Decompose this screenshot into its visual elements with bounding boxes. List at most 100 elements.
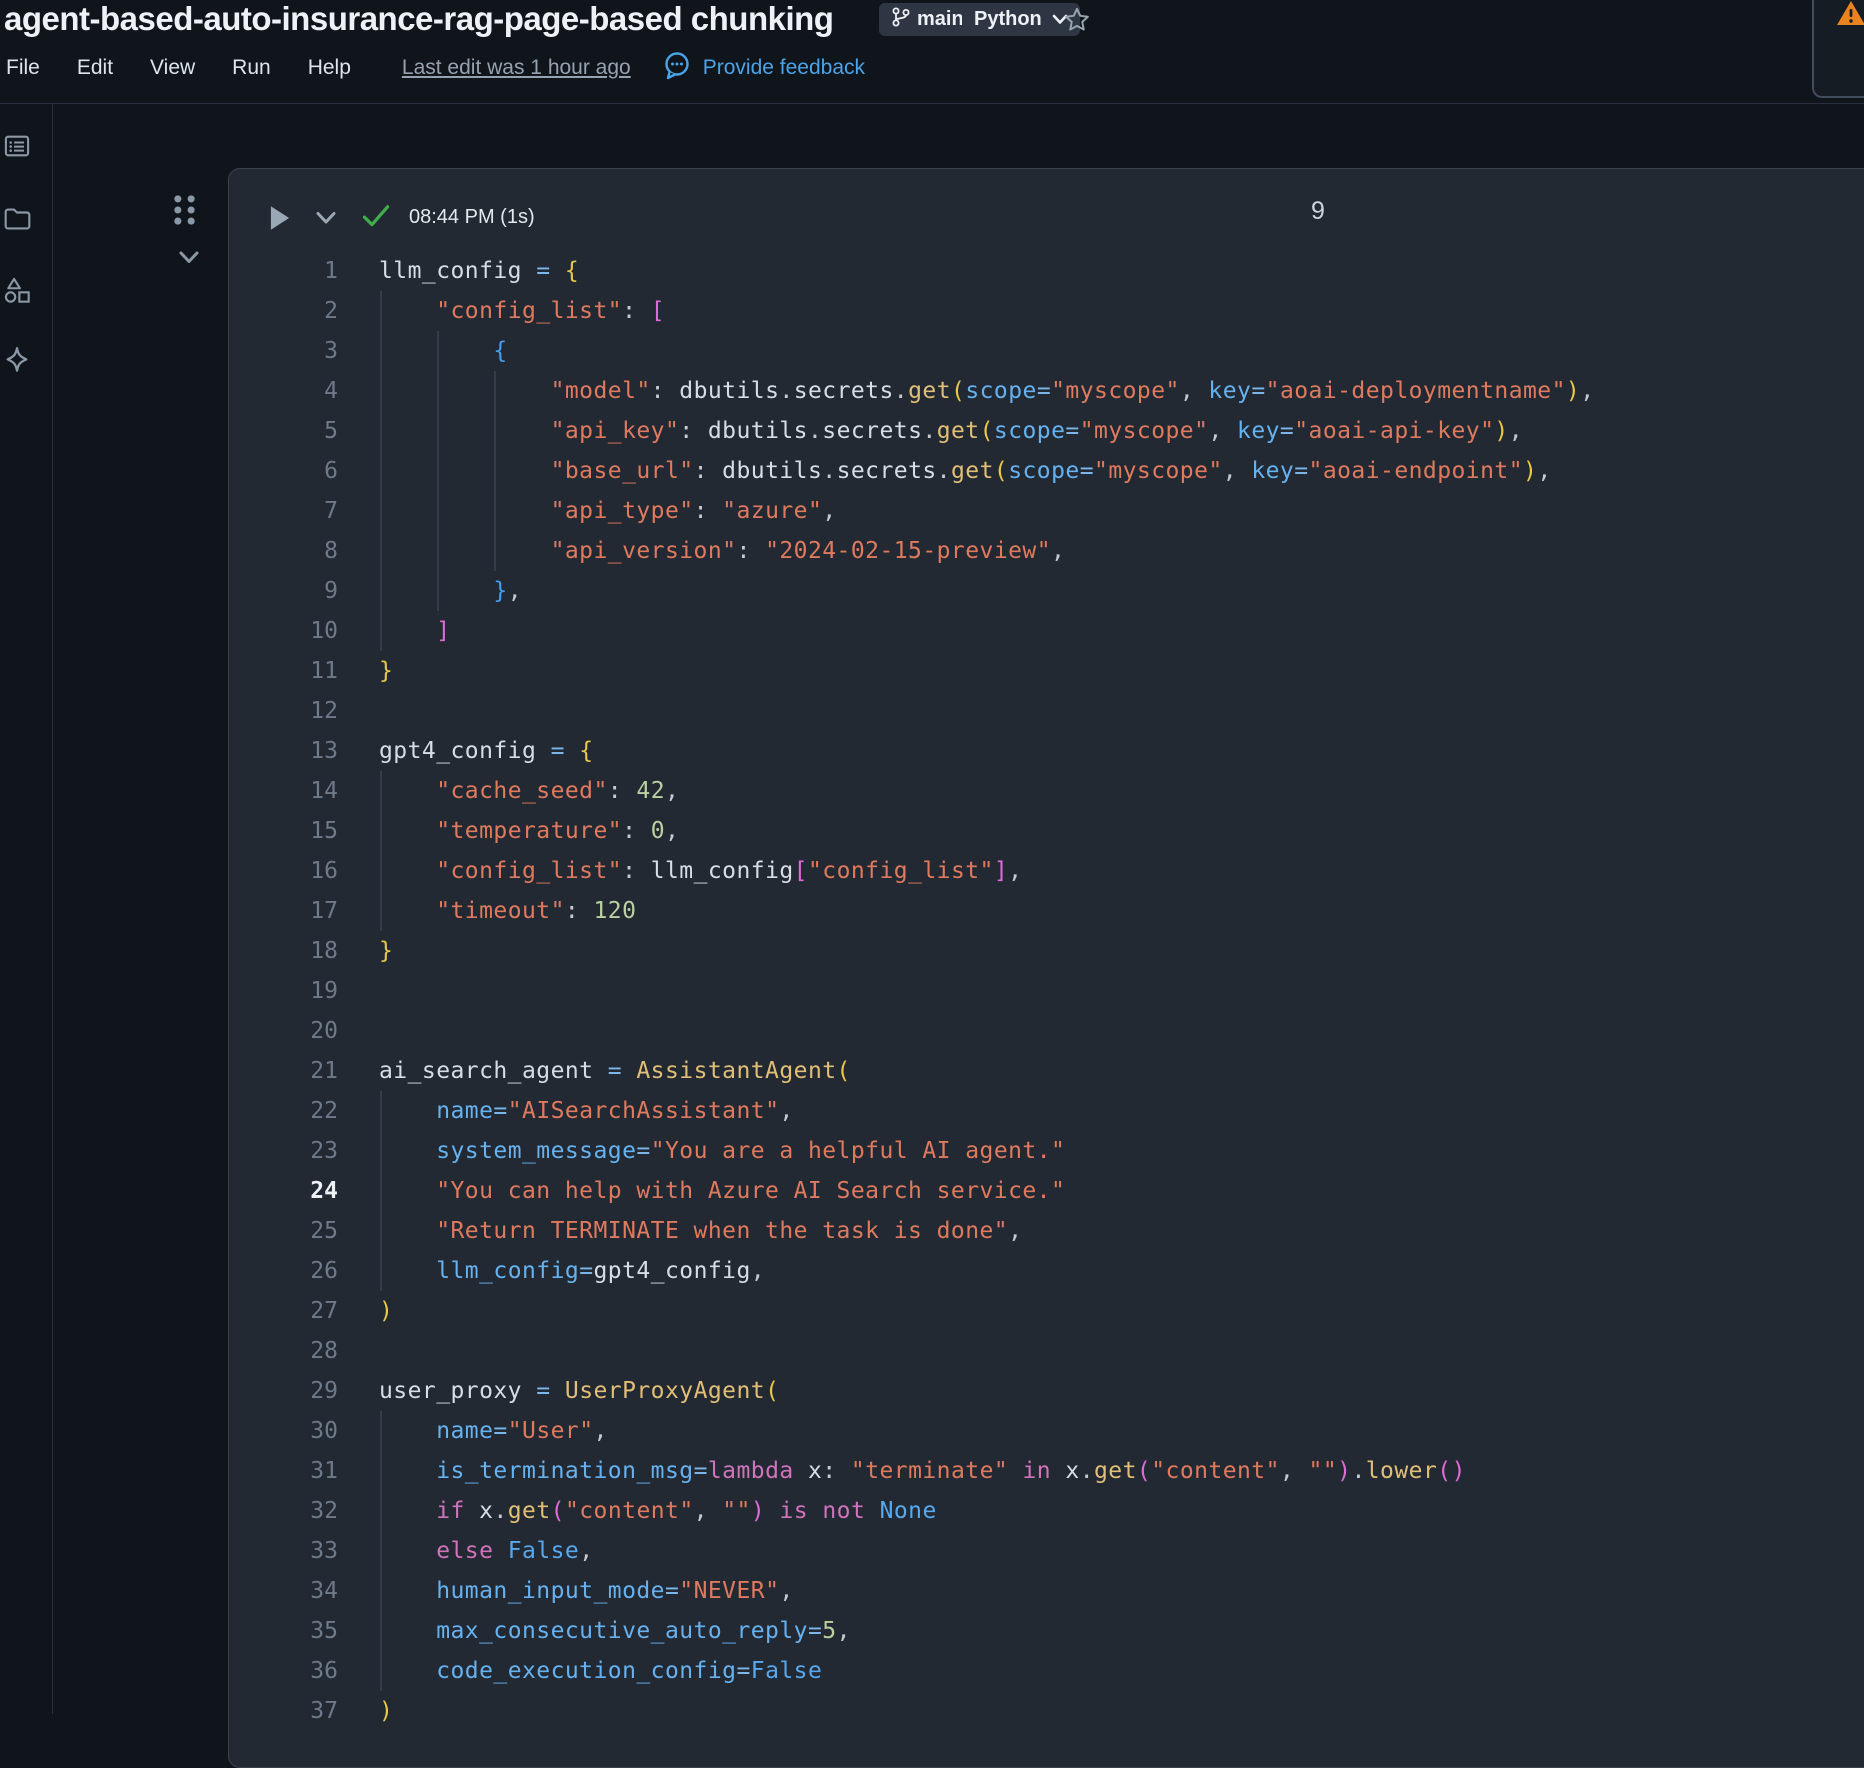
code-line[interactable]: 4 "model": dbutils.secrets.get(scope="my…	[229, 371, 1864, 411]
code-tokens: llm_config=gpt4_config,	[436, 1258, 766, 1284]
code-line[interactable]: 33 else False,	[229, 1531, 1864, 1571]
indent-guide	[437, 331, 440, 611]
line-number: 13	[310, 738, 338, 764]
code-line[interactable]: 23 system_message="You are a helpful AI …	[229, 1131, 1864, 1171]
code-tokens: "Return TERMINATE when the task is done"…	[436, 1218, 1023, 1244]
code-tokens: "base_url": dbutils.secrets.get(scope="m…	[550, 458, 1552, 484]
line-number: 32	[310, 1498, 338, 1524]
menu-help[interactable]: Help	[308, 56, 351, 80]
code-tokens: human_input_mode="NEVER",	[436, 1578, 794, 1604]
notebook-cell: 08:44 PM (1s) 9 1 llm_config = {2 "config…	[228, 168, 1864, 1768]
code-line[interactable]: 11}	[229, 651, 1864, 691]
line-number: 25	[310, 1218, 338, 1244]
code-tokens: "cache_seed": 42,	[436, 778, 680, 804]
line-number: 22	[310, 1098, 338, 1124]
code-tokens: gpt4_config = {	[379, 738, 594, 764]
line-number: 2	[324, 298, 338, 324]
cell-collapse-chevron[interactable]	[177, 250, 201, 271]
code-line[interactable]: 28	[229, 1331, 1864, 1371]
warning-triangle-icon	[1836, 0, 1864, 31]
code-line[interactable]: 14 "cache_seed": 42,	[229, 771, 1864, 811]
code-line[interactable]: 17 "timeout": 120	[229, 891, 1864, 931]
folder-icon	[4, 208, 30, 230]
code-tokens: "api_version": "2024-02-15-preview",	[550, 538, 1066, 564]
sidebar-item-toc[interactable]	[2, 131, 32, 161]
code-line[interactable]: 21 ai_search_agent = AssistantAgent(	[229, 1051, 1864, 1091]
line-number: 4	[324, 378, 338, 404]
line-number: 16	[310, 858, 338, 884]
code-line[interactable]: 30 name="User",	[229, 1411, 1864, 1451]
code-line[interactable]: 24 "You can help with Azure AI Search se…	[229, 1171, 1864, 1211]
line-number: 12	[310, 698, 338, 724]
code-tokens: "api_type": "azure",	[550, 498, 837, 524]
notebook-header: agent-based-auto-insurance-rag-page-base…	[0, 0, 1864, 104]
code-line[interactable]: 29 user_proxy = UserProxyAgent(	[229, 1371, 1864, 1411]
line-number: 1	[324, 258, 338, 284]
menu-file[interactable]: File	[6, 56, 40, 80]
provide-feedback-link[interactable]: Provide feedback	[661, 50, 865, 87]
code-tokens: is_termination_msg=lambda x: "terminate"…	[436, 1458, 1466, 1484]
code-line[interactable]: 16 "config_list": llm_config["config_lis…	[229, 851, 1864, 891]
code-line[interactable]: 5 "api_key": dbutils.secrets.get(scope="…	[229, 411, 1864, 451]
code-line[interactable]: 7 "api_type": "azure",	[229, 491, 1864, 531]
code-line[interactable]: 26 llm_config=gpt4_config,	[229, 1251, 1864, 1291]
sidebar-item-shapes[interactable]	[2, 275, 32, 305]
code-line[interactable]: 13 gpt4_config = {	[229, 731, 1864, 771]
code-line[interactable]: 31 is_termination_msg=lambda x: "termina…	[229, 1451, 1864, 1491]
line-number: 19	[310, 978, 338, 1004]
menu-edit[interactable]: Edit	[77, 56, 113, 80]
run-options-chevron[interactable]	[315, 211, 337, 230]
code-line[interactable]: 36 code_execution_config=False	[229, 1651, 1864, 1691]
sparkle-icon	[6, 347, 28, 372]
star-icon	[1065, 7, 1089, 31]
last-edit-link[interactable]: Last edit was 1 hour ago	[402, 56, 631, 80]
code-line[interactable]: 12	[229, 691, 1864, 731]
line-number: 21	[310, 1058, 338, 1084]
code-tokens: "config_list": llm_config["config_list"]…	[436, 858, 1023, 884]
code-line[interactable]: 37)	[229, 1691, 1864, 1731]
code-tokens: code_execution_config=False	[436, 1658, 823, 1684]
code-area[interactable]: 1 llm_config = {2 "config_list": [3 {4 "m…	[229, 251, 1864, 1731]
code-line[interactable]: 1 llm_config = {	[229, 251, 1864, 291]
code-line[interactable]: 18}	[229, 931, 1864, 971]
feedback-label: Provide feedback	[702, 56, 866, 79]
code-tokens: "config_list": [	[436, 298, 665, 324]
code-line[interactable]: 35 max_consecutive_auto_reply=5,	[229, 1611, 1864, 1651]
sidebar-item-folder[interactable]	[2, 204, 32, 234]
code-line[interactable]: 2 "config_list": [	[229, 291, 1864, 331]
code-line[interactable]: 3 {	[229, 331, 1864, 371]
code-line[interactable]: 6 "base_url": dbutils.secrets.get(scope=…	[229, 451, 1864, 491]
line-number: 17	[310, 898, 338, 924]
code-line[interactable]: 20	[229, 1011, 1864, 1051]
code-tokens: )	[379, 1298, 394, 1324]
code-line[interactable]: 10 ]	[229, 611, 1864, 651]
line-number: 36	[310, 1658, 338, 1684]
code-line[interactable]: 27)	[229, 1291, 1864, 1331]
line-number: 11	[310, 658, 338, 684]
menu-view[interactable]: View	[150, 56, 195, 80]
code-line[interactable]: 15 "temperature": 0,	[229, 811, 1864, 851]
run-success-check-icon	[361, 203, 391, 234]
alert-panel[interactable]	[1812, 0, 1864, 98]
line-number: 23	[310, 1138, 338, 1164]
code-line[interactable]: 22 name="AISearchAssistant",	[229, 1091, 1864, 1131]
code-line[interactable]: 19	[229, 971, 1864, 1011]
code-line[interactable]: 25 "Return TERMINATE when the task is do…	[229, 1211, 1864, 1251]
cell-drag-handle[interactable]	[171, 193, 198, 232]
code-line[interactable]: 8 "api_version": "2024-02-15-preview",	[229, 531, 1864, 571]
code-tokens: },	[493, 578, 523, 604]
code-tokens: "temperature": 0,	[436, 818, 680, 844]
line-number: 30	[310, 1418, 338, 1444]
code-line[interactable]: 34 human_input_mode="NEVER",	[229, 1571, 1864, 1611]
indent-guide	[380, 1411, 382, 1691]
favorite-star-button[interactable]	[1060, 3, 1094, 37]
sidebar-item-assistant[interactable]	[2, 345, 32, 375]
line-number: 18	[310, 938, 338, 964]
indent-guide	[380, 1091, 382, 1291]
code-tokens: }	[379, 938, 394, 964]
code-line[interactable]: 32 if x.get("content", "") is not None	[229, 1491, 1864, 1531]
run-cell-button[interactable]	[269, 205, 291, 236]
menu-run[interactable]: Run	[232, 56, 271, 80]
code-tokens: {	[493, 338, 508, 364]
code-line[interactable]: 9 },	[229, 571, 1864, 611]
